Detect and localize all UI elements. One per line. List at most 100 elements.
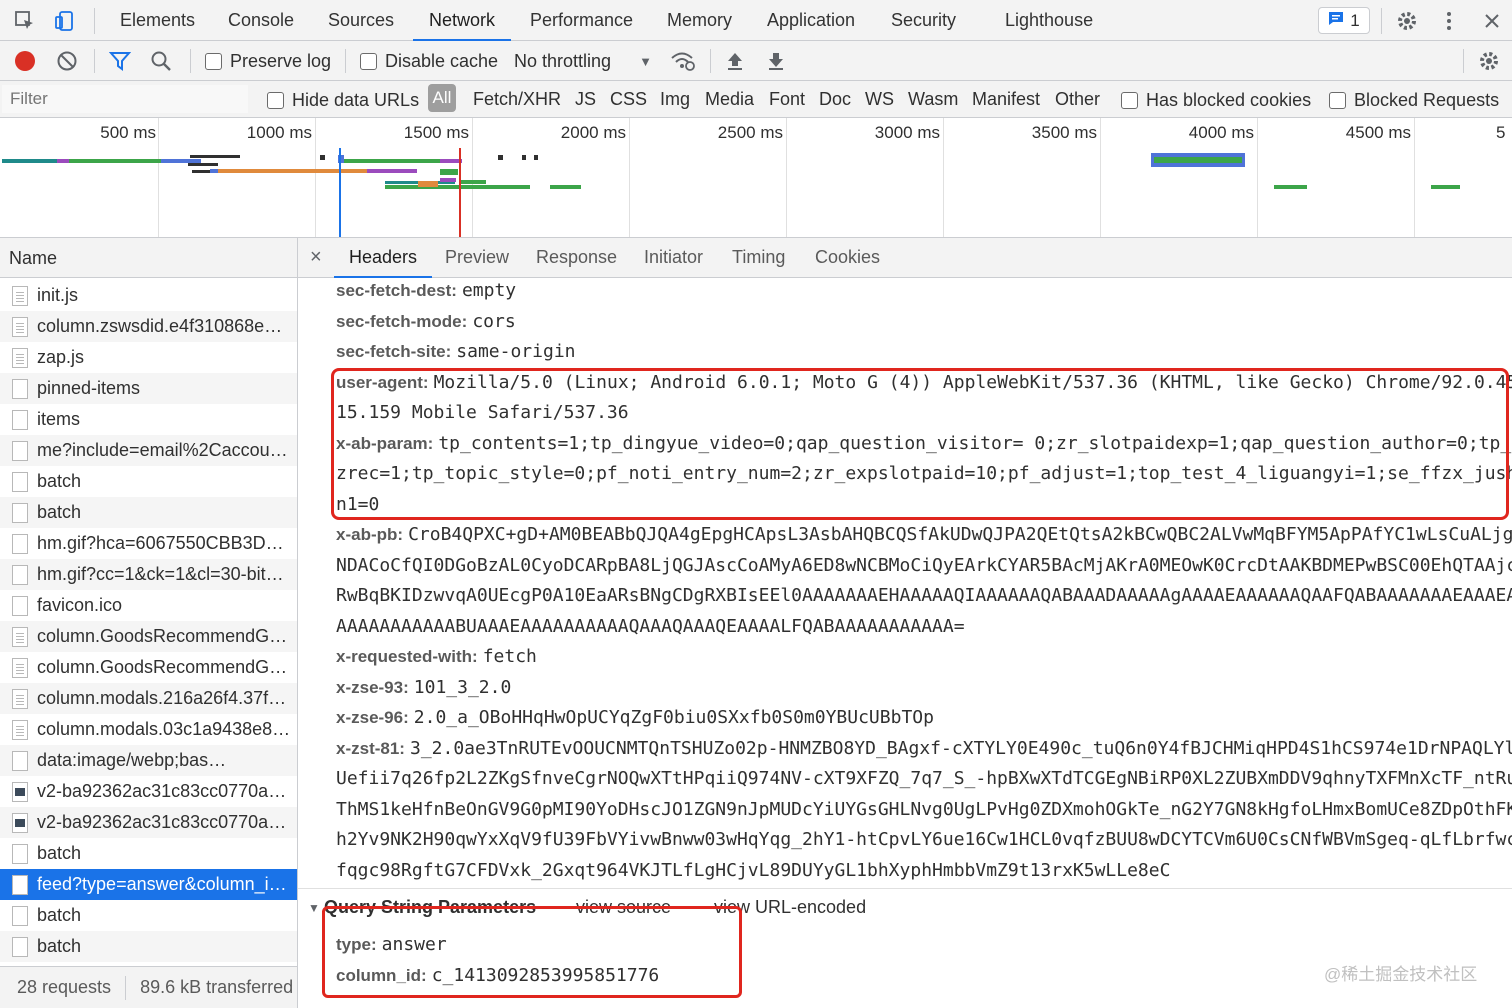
request-row[interactable]: favicon.ico [0, 590, 297, 621]
record-button[interactable] [14, 49, 36, 73]
checkbox-box[interactable] [1121, 91, 1138, 109]
tab-sources[interactable]: Sources [328, 0, 394, 41]
checkbox-box[interactable] [1329, 91, 1346, 109]
tab-security[interactable]: Security [891, 0, 956, 41]
request-name: favicon.ico [37, 595, 123, 615]
request-row[interactable]: column.modals.216a26f4.37f… [0, 683, 297, 714]
grid-line [943, 118, 944, 237]
filter-funnel-icon[interactable] [109, 49, 131, 73]
script-file-icon [12, 688, 28, 709]
filter-type-fetch-xhr[interactable]: Fetch/XHR [473, 89, 561, 110]
clear-icon[interactable] [56, 49, 78, 73]
request-row[interactable]: batch [0, 900, 297, 931]
request-row[interactable]: column.zswsdid.e4f310868e1… [0, 311, 297, 342]
request-row[interactable]: batch [0, 497, 297, 528]
document-file-icon [12, 874, 28, 895]
filter-type-all[interactable]: All [428, 84, 456, 112]
request-row[interactable]: batch [0, 838, 297, 869]
header-key: x-zse-93: [336, 677, 409, 697]
filter-input[interactable] [2, 85, 248, 113]
close-devtools-icon[interactable] [1479, 8, 1505, 34]
tab-network[interactable]: Network [413, 0, 512, 41]
filter-type-wasm[interactable]: Wasm [908, 89, 958, 110]
filter-type-ws[interactable]: WS [865, 89, 894, 110]
request-row[interactable]: column.GoodsRecommendG… [0, 652, 297, 683]
tab-console[interactable]: Console [228, 0, 294, 41]
collapse-triangle-icon[interactable]: ▼ [308, 901, 320, 915]
tab-initiator[interactable]: Initiator [644, 238, 703, 278]
blocked-requests-checkbox[interactable]: Blocked Requests [1329, 88, 1499, 112]
filter-type-manifest[interactable]: Manifest [972, 89, 1040, 110]
header-row: fqgc98RgftG7CFDVxk_2Gxqt964VKJTLfLgHCjvL… [336, 855, 1170, 885]
dropdown-arrow-icon: ▼ [639, 53, 652, 69]
request-row[interactable]: data:image/webp;bas… [0, 745, 297, 776]
network-overview-timeline[interactable]: 500 ms 1000 ms 1500 ms 2000 ms 2500 ms 3… [0, 118, 1512, 238]
tab-headers[interactable]: Headers [334, 238, 433, 278]
request-row[interactable]: v2-ba92362ac31c83cc0770a… [0, 807, 297, 838]
import-har-icon[interactable] [725, 49, 745, 73]
waterfall-bar [522, 155, 526, 160]
request-list-panel: Name init.js column.zswsdid.e4f310868e1… z… [0, 238, 298, 1008]
filter-type-img[interactable]: Img [660, 89, 690, 110]
tab-memory[interactable]: Memory [667, 0, 732, 41]
tab-cookies[interactable]: Cookies [815, 238, 880, 278]
request-name: me?include=email%2Caccou… [37, 440, 288, 460]
throttling-select[interactable]: No throttling ▼ [514, 49, 652, 73]
checkbox-box[interactable] [267, 91, 284, 109]
name-column-header[interactable]: Name [0, 238, 297, 278]
throttling-value: No throttling [514, 50, 612, 71]
request-row[interactable]: batch [0, 931, 297, 962]
filter-type-css[interactable]: CSS [610, 89, 647, 110]
export-har-icon[interactable] [766, 49, 786, 73]
filter-type-media[interactable]: Media [705, 89, 754, 110]
waterfall-bar [69, 159, 161, 163]
checkbox-box[interactable] [360, 52, 377, 70]
close-details-icon[interactable]: × [310, 238, 322, 278]
network-settings-gear-icon[interactable] [1478, 49, 1500, 73]
tab-response[interactable]: Response [536, 238, 617, 278]
request-name: data:image/webp;bas… [37, 750, 227, 770]
search-icon[interactable] [150, 49, 172, 73]
grid-line [629, 118, 630, 237]
waterfall-bar [190, 155, 240, 158]
request-row[interactable]: column.modals.03c1a9438e8… [0, 714, 297, 745]
more-options-icon[interactable] [1436, 8, 1462, 34]
request-row[interactable]: me?include=email%2Caccou… [0, 435, 297, 466]
preserve-log-checkbox[interactable]: Preserve log [205, 49, 331, 73]
tab-lighthouse[interactable]: Lighthouse [1005, 0, 1093, 41]
filter-type-js[interactable]: JS [575, 89, 596, 110]
network-conditions-icon[interactable] [670, 49, 696, 73]
issues-counter-button[interactable]: 1 [1318, 7, 1370, 34]
request-row[interactable]: init.js [0, 280, 297, 311]
filter-type-font[interactable]: Font [769, 89, 805, 110]
message-icon [1328, 11, 1344, 31]
request-row[interactable]: zap.js [0, 342, 297, 373]
disable-cache-checkbox[interactable]: Disable cache [360, 49, 498, 73]
inspect-element-icon[interactable] [12, 8, 38, 34]
highlight-box-query-params [322, 906, 742, 998]
request-row[interactable]: hm.gif?hca=6067550CBB3D… [0, 528, 297, 559]
request-row[interactable]: column.GoodsRecommendG… [0, 621, 297, 652]
filter-type-doc[interactable]: Doc [819, 89, 851, 110]
tab-timing[interactable]: Timing [732, 238, 785, 278]
tab-application[interactable]: Application [767, 0, 855, 41]
tab-elements[interactable]: Elements [120, 0, 195, 41]
issues-count: 1 [1350, 10, 1360, 30]
request-row[interactable]: batch [0, 466, 297, 497]
tab-preview[interactable]: Preview [445, 238, 509, 278]
request-row[interactable]: pinned-items [0, 373, 297, 404]
checkbox-box[interactable] [205, 52, 222, 70]
request-row[interactable]: items [0, 404, 297, 435]
filter-type-other[interactable]: Other [1055, 89, 1100, 110]
request-row[interactable]: v2-ba92362ac31c83cc0770a… [0, 776, 297, 807]
has-blocked-cookies-checkbox[interactable]: Has blocked cookies [1121, 88, 1311, 112]
request-row[interactable]: hm.gif?cc=1&ck=1&cl=30-bit… [0, 559, 297, 590]
device-toolbar-icon[interactable] [52, 8, 78, 34]
header-row: x-zse-93: 101_3_2.0 [336, 672, 511, 702]
tab-performance[interactable]: Performance [530, 0, 633, 41]
settings-gear-icon[interactable] [1394, 8, 1420, 34]
request-row-selected[interactable]: feed?type=answer&column_i… [0, 869, 297, 900]
hide-data-urls-checkbox[interactable]: Hide data URLs [267, 88, 419, 112]
status-divider [125, 975, 127, 1000]
network-toolbar: Preserve log Disable cache No throttling… [0, 41, 1512, 81]
